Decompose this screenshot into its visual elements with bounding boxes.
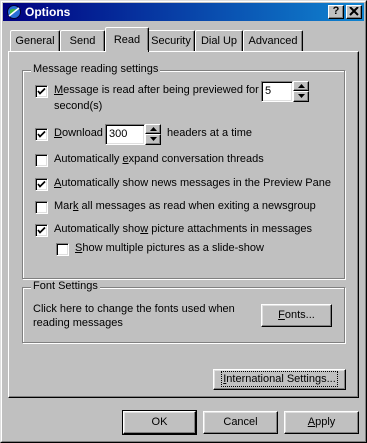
read-tab-panel: Message reading settings Message is read…: [8, 51, 359, 398]
help-button[interactable]: ?: [328, 5, 344, 19]
tab-dial-up[interactable]: Dial Up: [195, 30, 243, 51]
show-pictures-label: Automatically show picture attachments i…: [54, 223, 313, 235]
download-spinner[interactable]: [145, 124, 161, 145]
download-checkbox[interactable]: [35, 128, 48, 141]
mark-read-checkbox[interactable]: [35, 201, 48, 214]
tab-label: Read: [113, 34, 141, 46]
active-tab-join: [107, 50, 148, 53]
cancel-button[interactable]: Cancel: [203, 411, 278, 434]
previewed-seconds-input[interactable]: 5: [261, 81, 293, 102]
checkmark-icon: [37, 130, 46, 138]
message-reading-group: Message reading settings Message is read…: [22, 63, 345, 279]
arrow-up-icon: [150, 127, 157, 131]
previewed-checkbox-row[interactable]: Message is read after being previewed fo…: [35, 84, 259, 100]
tab-label: Send: [69, 35, 96, 47]
tab-label: General: [15, 35, 55, 47]
previewed-checkbox[interactable]: [35, 85, 48, 98]
question-mark-icon: ?: [332, 5, 340, 17]
close-icon: [349, 6, 359, 16]
download-count-input[interactable]: 300: [105, 124, 145, 145]
international-settings-button[interactable]: International Settings...: [213, 369, 346, 390]
preview-pane-checkbox[interactable]: [35, 178, 48, 191]
tab-label: Security: [151, 35, 191, 47]
expand-threads-checkbox-row[interactable]: Automatically expand conversation thread…: [35, 153, 264, 169]
show-pictures-checkbox[interactable]: [35, 224, 48, 237]
window-title: Options: [25, 5, 71, 19]
previewed-label: Message is read after being previewed fo…: [54, 84, 259, 96]
slideshow-checkbox[interactable]: [56, 243, 69, 256]
checkmark-icon: [37, 226, 46, 234]
mark-read-checkbox-row[interactable]: Mark all messages as read when exiting a…: [35, 200, 316, 216]
previewed-label-line2: second(s): [54, 100, 103, 112]
expand-threads-label: Automatically expand conversation thread…: [54, 153, 264, 165]
arrow-down-icon: [298, 94, 305, 98]
fonts-button[interactable]: Fonts...: [261, 304, 332, 327]
group-label: Message reading settings: [31, 63, 161, 75]
previewed-spinner[interactable]: [293, 81, 309, 102]
apply-button[interactable]: Apply: [284, 411, 359, 434]
tab-label: Advanced: [248, 35, 298, 47]
download-suffix: headers at a time: [167, 127, 252, 139]
tab-advanced[interactable]: Advanced: [243, 30, 303, 51]
spin-down-button[interactable]: [293, 91, 309, 102]
font-settings-description: Click here to change the fonts used when…: [33, 303, 235, 329]
arrow-down-icon: [150, 137, 157, 141]
spin-up-button[interactable]: [145, 124, 161, 134]
apply-button-label: Apply: [307, 416, 336, 428]
slideshow-checkbox-row[interactable]: Show multiple pictures as a slide-show: [56, 242, 264, 258]
tab-read[interactable]: Read: [105, 27, 149, 52]
tab-security[interactable]: Security: [147, 30, 195, 51]
close-button[interactable]: [346, 5, 362, 19]
app-icon: [6, 4, 22, 20]
options-dialog: Options ? General Send Read Security Dia…: [0, 0, 367, 443]
international-settings-label: International Settings...: [221, 371, 338, 387]
preview-pane-checkbox-row[interactable]: Automatically show news messages in the …: [35, 177, 331, 193]
cancel-button-label: Cancel: [223, 416, 258, 428]
show-pictures-checkbox-row[interactable]: Automatically show picture attachments i…: [35, 223, 312, 239]
spin-up-button[interactable]: [293, 81, 309, 91]
expand-threads-checkbox[interactable]: [35, 154, 48, 167]
preview-pane-label: Automatically show news messages in the …: [54, 177, 331, 189]
checkmark-icon: [37, 180, 46, 188]
ok-button-label: OK: [151, 416, 168, 428]
ok-button[interactable]: OK: [122, 410, 197, 435]
tab-general[interactable]: General: [10, 30, 60, 51]
tab-send[interactable]: Send: [60, 30, 105, 51]
font-settings-group: Font Settings Click here to change the f…: [22, 280, 345, 343]
mark-read-label: Mark all messages as read when exiting a…: [54, 200, 316, 212]
fonts-button-label: Fonts...: [278, 309, 315, 321]
download-checkbox-row[interactable]: Download: [35, 127, 103, 143]
slideshow-label: Show multiple pictures as a slide-show: [75, 242, 264, 254]
spin-down-button[interactable]: [145, 134, 161, 145]
download-label: Download: [54, 127, 103, 139]
checkmark-icon: [37, 87, 46, 95]
tab-label: Dial Up: [200, 35, 238, 47]
title-bar[interactable]: Options ?: [3, 3, 364, 21]
arrow-up-icon: [298, 84, 305, 88]
group-label: Font Settings: [31, 280, 100, 292]
